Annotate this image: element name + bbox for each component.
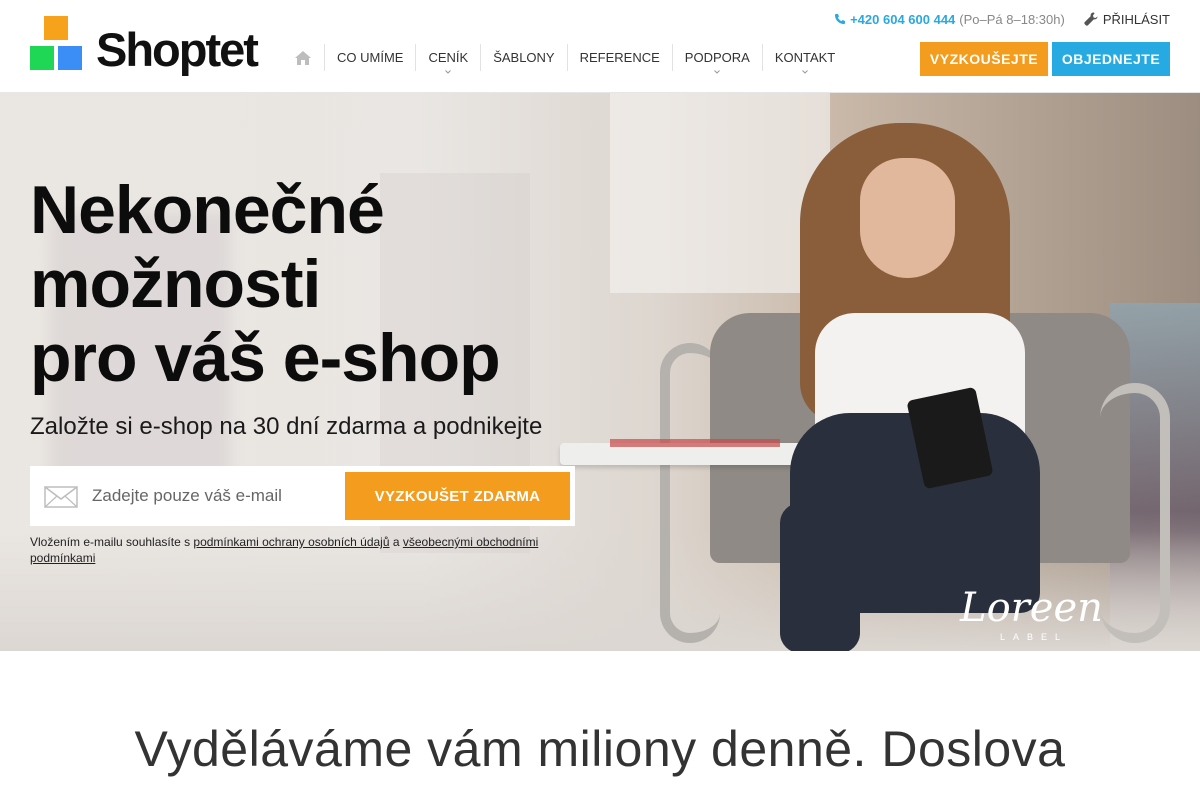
chevron-down-icon [714,70,721,74]
headline-line-3: pro váš e-shop [30,320,501,396]
nav-item-sablony[interactable]: ŠABLONY [480,44,566,71]
consent-middle: a [389,535,403,549]
headline-line-1: Nekonečné [30,172,385,248]
loreen-script: Loreen [960,585,1103,631]
privacy-policy-link[interactable]: podmínkami ochrany osobních údajů [193,535,389,549]
logo-square-orange [44,16,68,40]
home-icon [295,50,311,65]
mail-icon [44,486,78,508]
topbar: +420 604 600 444 (Po–Pá 8–18:30h) PŘIHLÁ… [834,10,1170,28]
main-nav: CO UMÍME CENÍK ŠABLONY REFERENCE PODPORA… [282,44,847,74]
wrench-icon [1084,12,1098,26]
consent-prefix: Vložením e-mailu souhlasíte s [30,535,194,549]
login-label: PŘIHLÁSIT [1102,11,1170,27]
email-input[interactable] [92,478,342,514]
nav-item-podpora[interactable]: PODPORA [671,44,762,74]
nav-item-co-umime[interactable]: CO UMÍME [324,44,415,71]
nav-item-reference[interactable]: REFERENCE [566,44,672,71]
phone-hours: (Po–Pá 8–18:30h) [959,11,1065,27]
nav-item-label: CENÍK [428,50,469,65]
login-link[interactable]: PŘIHLÁSIT [1083,11,1170,27]
nav-item-label: REFERENCE [579,50,660,65]
nav-home[interactable] [282,44,324,71]
nav-item-kontakt[interactable]: KONTAKT [761,44,847,74]
chevron-down-icon [802,70,808,74]
logo-wordmark: Shoptet [96,23,259,76]
logo-square-blue [58,46,82,70]
nav-item-label: KONTAKT [774,50,836,65]
site-header: Shoptet +420 604 600 444 (Po–Pá 8–18:30h… [0,0,1200,93]
headline-line-2: možnosti [30,246,321,322]
loreen-label-text: LABEL [1000,632,1069,642]
signup-form: VYZKOUŠET ZDARMA [30,466,575,526]
nav-item-label: PODPORA [684,50,750,65]
order-button[interactable]: OBJEDNEJTE [1052,42,1170,76]
phone-contact[interactable]: +420 604 600 444 (Po–Pá 8–18:30h) [834,12,1065,27]
hero-woman-photo [720,123,1100,651]
loreen-label-logo: Loreen LABEL [960,588,1140,651]
hero-subheadline: Založte si e-shop na 30 dní zdarma a pod… [30,413,543,440]
phone-icon [834,13,846,25]
hero-headline: Nekonečné možnosti pro váš e-shop [30,173,590,395]
phone-number: +420 604 600 444 [850,11,956,27]
nav-item-label: CO UMÍME [337,50,404,65]
logo-square-green [30,46,54,70]
section-title: Vyděláváme vám miliony denně. Doslova [134,721,1066,777]
nav-item-label: ŠABLONY [493,50,555,65]
shoptet-logo[interactable]: Shoptet [30,16,270,76]
try-button[interactable]: VYZKOUŠEJTE [920,42,1048,76]
chevron-down-icon [445,70,452,74]
consent-text: Vložením e-mailu souhlasíte s podmínkami… [30,534,590,566]
nav-item-cenik[interactable]: CENÍK [415,44,480,74]
try-free-button[interactable]: VYZKOUŠET ZDARMA [345,472,570,520]
